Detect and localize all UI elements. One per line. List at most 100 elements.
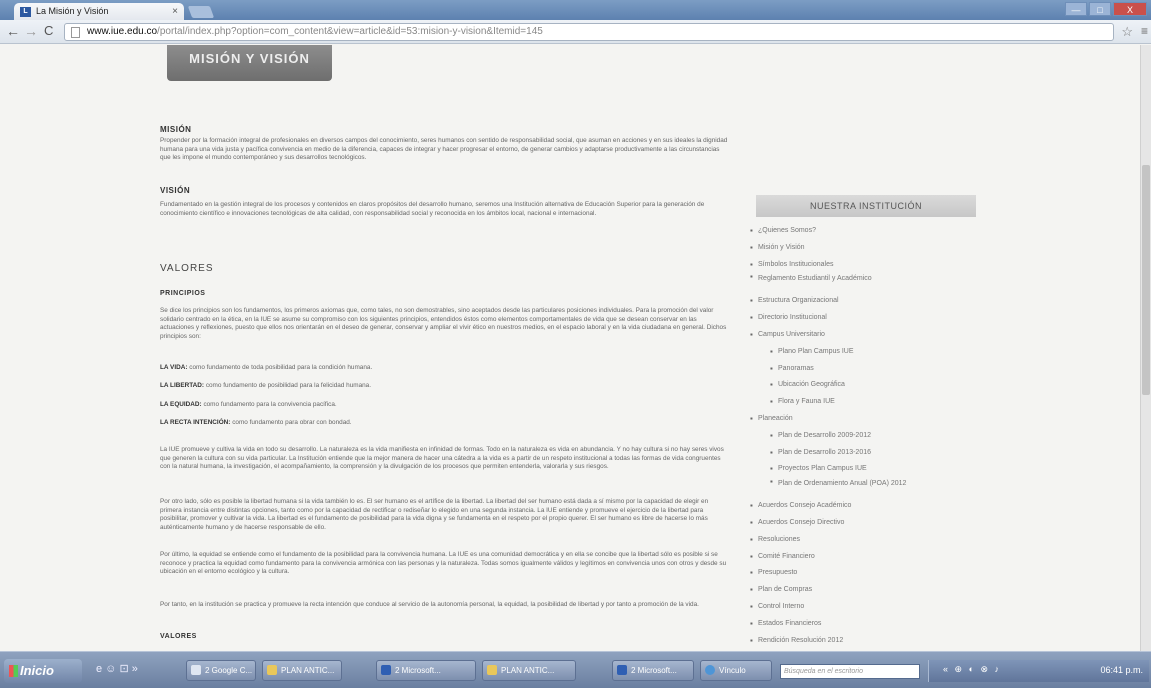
- new-tab-button[interactable]: [187, 6, 215, 18]
- sidebar-item[interactable]: ▪ Plan de Desarrollo 2013-2016: [748, 445, 978, 462]
- paragraph-equidad: Por último, la equidad se entiende como …: [160, 551, 727, 576]
- sidebar-title: NUESTRA INSTITUCIÓN: [756, 195, 976, 217]
- sidebar-item-label: Ubicación Geográfica: [778, 381, 845, 389]
- sidebar-item[interactable]: ▪ Control Interno: [748, 599, 978, 616]
- principle-recta-label: LA RECTA INTENCIÓN:: [160, 419, 231, 426]
- start-button[interactable]: Inicio: [4, 659, 82, 683]
- sidebar-item-label: Planeación: [758, 414, 793, 422]
- sidebar-item-label: Rendición Resolución 2012: [758, 636, 844, 644]
- principle-libertad: LA LIBERTAD: como fundamento de posibili…: [160, 382, 728, 391]
- folder-icon: [267, 665, 277, 675]
- sidebar-item[interactable]: ▪ Estados Financieros: [748, 616, 978, 633]
- folder-icon: [487, 665, 497, 675]
- mision-heading: MISIÓN: [160, 125, 192, 134]
- bullet-icon: ▪: [750, 635, 753, 645]
- sidebar-item[interactable]: ▪ Símbolos Institucionales: [748, 257, 978, 274]
- bullet-icon: ▪: [750, 534, 753, 544]
- tab-title: La Misión y Visión: [36, 6, 109, 16]
- sidebar-item[interactable]: ▪ Plan de Ordenamiento Anual (POA) 2012: [748, 478, 968, 498]
- sidebar-item[interactable]: ▪ Directorio Institucional: [748, 310, 978, 327]
- principle-equidad-label: LA EQUIDAD:: [160, 401, 202, 408]
- sidebar-item[interactable]: ▪ Panoramas: [748, 361, 978, 378]
- sidebar-item[interactable]: ▪ Presupuesto: [748, 565, 978, 582]
- taskbar-button[interactable]: 2 Microsoft...: [376, 660, 476, 681]
- vision-heading: VISIÓN: [160, 186, 191, 195]
- principle-libertad-label: LA LIBERTAD:: [160, 382, 205, 389]
- window-controls: — □ X: [1065, 2, 1147, 17]
- scrollbar-thumb[interactable]: [1142, 165, 1150, 395]
- bullet-icon: ▪: [750, 296, 753, 306]
- bullet-icon: ▪: [770, 477, 773, 487]
- valores-bottom-heading: VALORES: [160, 633, 197, 640]
- menu-icon[interactable]: ≡: [1141, 24, 1148, 38]
- page-icon: [71, 27, 80, 38]
- bullet-icon: ▪: [770, 397, 773, 407]
- back-button[interactable]: ←: [6, 23, 20, 39]
- taskbar-button[interactable]: PLAN ANTIC...: [262, 660, 342, 681]
- principle-libertad-text: como fundamento de posibilidad para la f…: [205, 382, 372, 389]
- forward-button[interactable]: →: [24, 23, 38, 39]
- minimize-button[interactable]: —: [1065, 2, 1087, 16]
- taskbar-button[interactable]: 2 Google C...: [186, 660, 256, 681]
- taskbar-button-label: 2 Microsoft...: [395, 666, 441, 675]
- url-host: www.iue.edu.co: [87, 26, 158, 37]
- sidebar-item-label: Estructura Organizacional: [758, 297, 839, 305]
- quick-launch-icons[interactable]: e ☺ ⊡ »: [96, 662, 138, 675]
- sidebar-item[interactable]: ▪ Misión y Visión: [748, 240, 978, 257]
- sidebar-item[interactable]: ▪ Campus Universitario: [748, 327, 978, 344]
- bullet-icon: ▪: [750, 413, 753, 423]
- sidebar-item[interactable]: ▪ Acuerdos Consejo Académico: [748, 498, 978, 515]
- principle-vida-text: como fundamento de toda posibilidad para…: [189, 364, 373, 371]
- sidebar-item-label: Comité Financiero: [758, 552, 815, 560]
- sidebar-item[interactable]: ▪ Reglamento Estudiantil y Académico: [748, 273, 968, 293]
- desktop-search-input[interactable]: Búsqueda en el escritorio: [780, 664, 920, 679]
- sidebar-item[interactable]: ▪ Proyectos Plan Campus IUE: [748, 461, 978, 478]
- principle-recta-text: como fundamento para obrar con bondad.: [232, 419, 352, 426]
- sidebar-item[interactable]: ▪ Planeación: [748, 411, 978, 428]
- bookmark-star-icon[interactable]: ☆: [1121, 24, 1133, 40]
- bullet-icon: ▪: [750, 226, 753, 235]
- sidebar-item[interactable]: ▪ Resoluciones: [748, 532, 978, 549]
- sidebar-item[interactable]: ▪ Plano Plan Campus IUE: [748, 344, 978, 361]
- principios-text: Se dice los principios son los fundament…: [160, 307, 727, 340]
- start-label: Inicio: [20, 663, 54, 678]
- sidebar-item-label: Plan de Desarrollo 2009-2012: [778, 431, 872, 439]
- taskbar-button-label: PLAN ANTIC...: [281, 666, 335, 675]
- sidebar-item[interactable]: ▪ Acuerdos Consejo Directivo: [748, 515, 978, 532]
- taskbar-button-label: 2 Google C...: [205, 666, 253, 675]
- taskbar-button[interactable]: 2 Microsoft...: [612, 660, 694, 681]
- bullet-icon: ▪: [750, 585, 753, 595]
- maximize-button[interactable]: □: [1089, 2, 1111, 16]
- bullet-icon: ▪: [770, 430, 773, 440]
- address-bar[interactable]: www.iue.edu.co/portal/index.php?option=c…: [64, 23, 1114, 41]
- sidebar-item[interactable]: ▪ Plan de Compras: [748, 582, 978, 599]
- sidebar-item-label: Plan de Ordenamiento Anual (POA) 2012: [778, 480, 907, 488]
- principle-equidad: LA EQUIDAD: como fundamento para la conv…: [160, 401, 728, 410]
- page-viewport: MISIÓN Y VISIÓN MISIÓN Propender por la …: [0, 45, 1151, 651]
- tray-icons[interactable]: « ⊕ ◐ ⊗ ♪: [943, 664, 1001, 675]
- principle-equidad-text: como fundamento para la convivencia pací…: [203, 401, 337, 408]
- browser-tab[interactable]: L La Misión y Visión ×: [14, 3, 184, 20]
- taskbar-button[interactable]: PLAN ANTIC...: [482, 660, 576, 681]
- sidebar-item[interactable]: ▪ Flora y Fauna IUE: [748, 394, 978, 411]
- sidebar-item[interactable]: ▪ Ubicación Geográfica: [748, 377, 978, 394]
- vision-text: Fundamentado en la gestión integral de l…: [160, 201, 705, 217]
- sidebar-item-label: Proyectos Plan Campus IUE: [778, 465, 867, 473]
- sidebar-item[interactable]: ▪ ¿Quienes Somos?: [748, 223, 978, 240]
- sidebar-item[interactable]: ▪ Comité Financiero: [748, 549, 978, 566]
- bullet-icon: ▪: [750, 329, 753, 339]
- page-scrollbar[interactable]: [1140, 45, 1151, 651]
- tab-close-icon[interactable]: ×: [172, 3, 178, 20]
- sidebar-item[interactable]: ▪ Estructura Organizacional: [748, 293, 978, 310]
- page-banner: MISIÓN Y VISIÓN: [167, 45, 332, 81]
- principle-vida: LA VIDA: como fundamento de toda posibil…: [160, 364, 728, 373]
- taskbar-button[interactable]: Vínculo: [700, 660, 772, 681]
- sidebar-item[interactable]: ▪ Plan de Desarrollo 2009-2012: [748, 428, 978, 445]
- reload-button[interactable]: C: [44, 23, 53, 39]
- close-window-button[interactable]: X: [1113, 2, 1147, 16]
- clock: 06:41 p.m.: [1100, 665, 1143, 675]
- bullet-icon: ▪: [770, 447, 773, 457]
- sidebar-item-label: Símbolos Institucionales: [758, 260, 834, 268]
- bullet-icon: ▪: [770, 346, 773, 356]
- sidebar-item[interactable]: ▪ Rendición Resolución 2012: [748, 633, 978, 650]
